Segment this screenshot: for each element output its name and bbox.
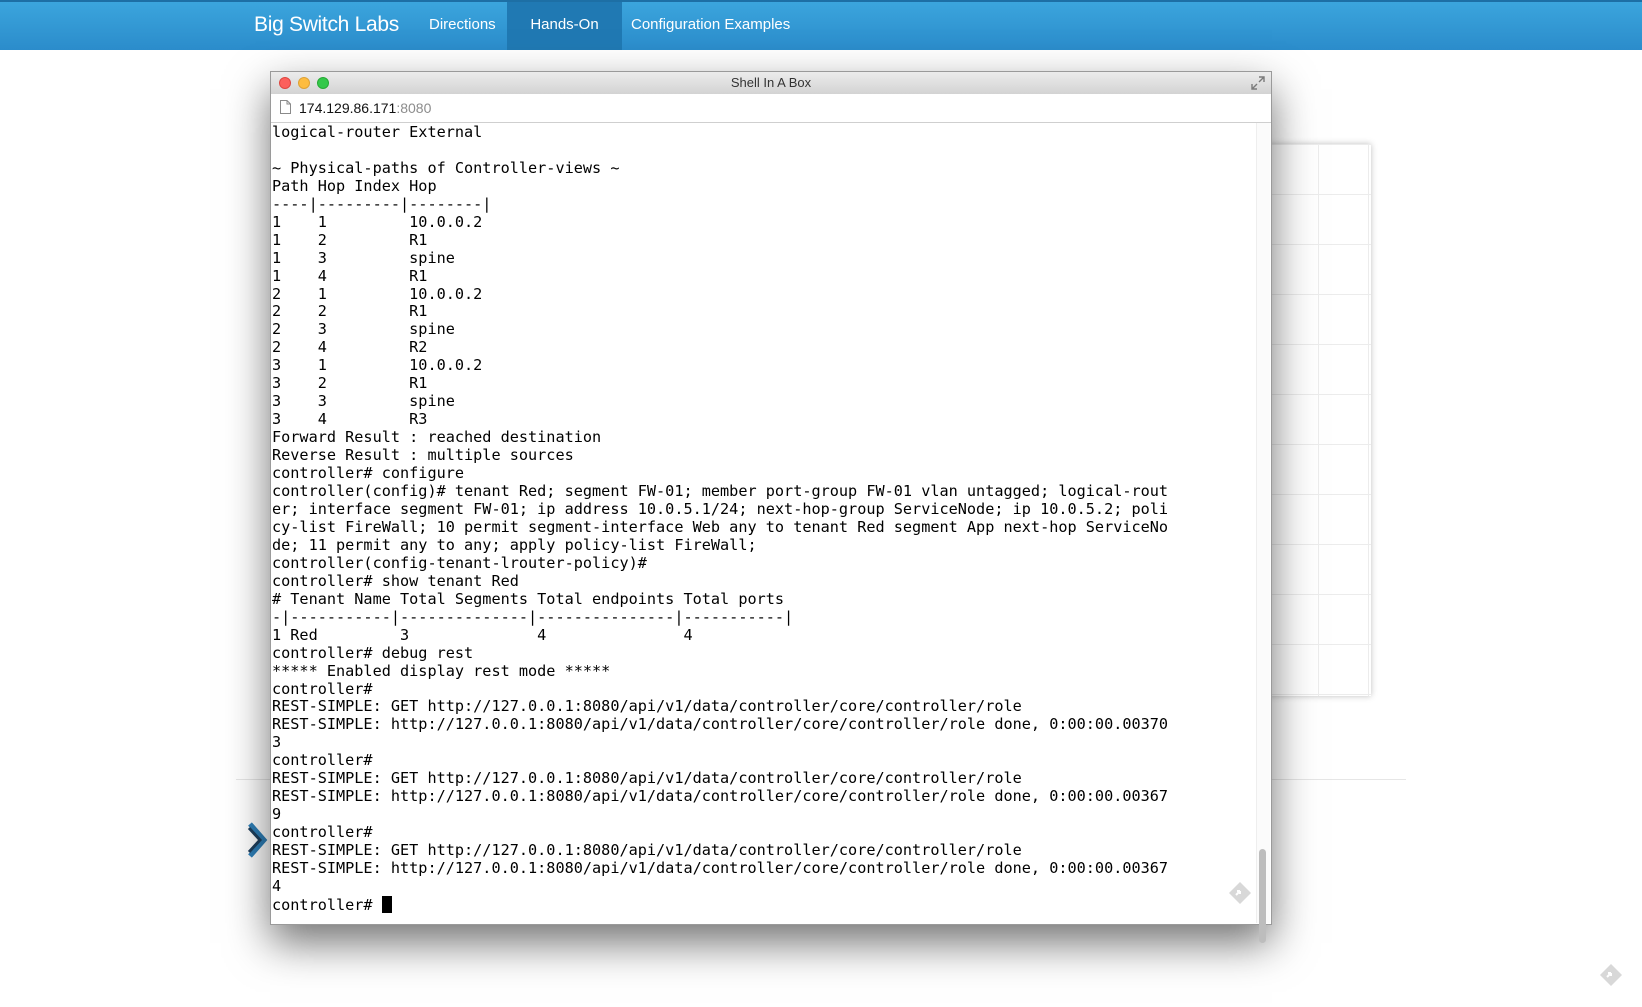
scrollbar-track: [1256, 72, 1270, 943]
terminal-line: Path Hop Index Hop: [272, 176, 437, 195]
window-title: Shell In A Box: [730, 75, 812, 90]
terminal-line: REST-SIMPLE: GET http://127.0.0.1:8080/a…: [272, 769, 1022, 788]
terminal-line: REST-SIMPLE: http://127.0.0.1:8080/api/v…: [272, 859, 1169, 878]
terminal-text: logical-router External ~ Physical-paths…: [271, 123, 1256, 915]
terminal-cursor: [381, 895, 392, 913]
terminal-line: # Tenant Name Total Segments Total endpo…: [272, 589, 785, 608]
shell-window: Shell In A Box 174.129.86.171:8080 logic…: [270, 71, 1272, 943]
terminal-line: 1 3 spine: [272, 248, 455, 267]
terminal-line: controller(config)# tenant Red; segment …: [272, 482, 1169, 501]
diamond-arrow-icon[interactable]: [1598, 962, 1624, 988]
terminal-line: 1 4 R1: [272, 266, 428, 285]
terminal-line: controller#: [272, 751, 373, 770]
terminal-line: controller# show tenant Red: [272, 571, 519, 590]
chevron-right-icon[interactable]: [246, 820, 270, 860]
terminal-line: ~ Physical-paths of Controller-views ~: [272, 158, 620, 177]
terminal-line: 3 3 spine: [272, 392, 455, 411]
document-icon: [280, 100, 291, 114]
terminal-line: 2 4 R2: [272, 338, 428, 357]
terminal-line: controller(config-tenant-lrouter-policy)…: [272, 553, 647, 572]
terminal-line: 3 2 R1: [272, 374, 428, 393]
terminal-line: 4: [272, 876, 282, 895]
terminal-line: de; 11 permit any to any; apply policy-l…: [272, 535, 757, 554]
scrollbar-thumb[interactable]: [1259, 849, 1266, 943]
terminal-line: REST-SIMPLE: http://127.0.0.1:8080/api/v…: [272, 715, 1169, 734]
terminal-line: REST-SIMPLE: GET http://127.0.0.1:8080/a…: [272, 697, 1022, 716]
terminal-line: 2 1 10.0.0.2: [272, 284, 483, 303]
terminal-line: -|-----------|--------------|-----------…: [272, 607, 794, 626]
brand-logo[interactable]: Big Switch Labs: [254, 13, 399, 37]
terminal-line: ----|---------|--------|: [272, 194, 492, 213]
terminal-line: er; interface segment FW-01; ip address …: [272, 499, 1169, 518]
terminal-line: controller# configure: [272, 464, 465, 483]
terminal-line: 1 1 10.0.0.2: [272, 212, 483, 231]
terminal-line: 1 2 R1: [272, 230, 428, 249]
url-host: 174.129.86.171: [299, 100, 397, 116]
terminal-line: logical-router External: [272, 123, 483, 141]
nav-configuration-examples[interactable]: Configuration Examples: [621, 2, 800, 50]
terminal-output[interactable]: logical-router External ~ Physical-paths…: [271, 123, 1256, 923]
terminal-line: REST-SIMPLE: http://127.0.0.1:8080/api/v…: [272, 787, 1169, 806]
terminal-line: Reverse Result : multiple sources: [272, 446, 574, 465]
nav-directions[interactable]: Directions: [419, 2, 506, 50]
nav-hands-on-lab[interactable]: Hands-On Lab: [507, 2, 622, 79]
url-text: 174.129.86.171:8080: [299, 100, 431, 116]
terminal-line: REST-SIMPLE: GET http://127.0.0.1:8080/a…: [272, 841, 1022, 860]
terminal-line: controller# debug rest: [272, 643, 474, 662]
terminal-line: cy-list FireWall; 10 permit segment-inte…: [272, 517, 1169, 536]
terminal-line: controller#: [272, 823, 373, 842]
url-port: :8080: [396, 100, 432, 116]
background-grid-panel: [1268, 144, 1371, 696]
terminal-line: Forward Result : reached destination: [272, 428, 602, 447]
terminal-line: 2 3 spine: [272, 320, 455, 339]
terminal-line: ***** Enabled display rest mode *****: [272, 661, 611, 680]
top-navbar: Big Switch Labs Directions Hands-On Lab …: [0, 0, 1642, 79]
terminal-line: 3 1 10.0.0.2: [272, 356, 483, 375]
window-titlebar[interactable]: Shell In A Box: [271, 72, 1271, 95]
terminal-line: 3: [272, 733, 282, 752]
terminal-line: controller#: [272, 679, 373, 698]
terminal-prompt: controller#: [272, 895, 382, 914]
terminal-line: 1 Red 3 4 4: [272, 625, 693, 644]
terminal-line: 9: [272, 805, 282, 824]
diamond-arrow-icon[interactable]: [1227, 880, 1253, 906]
terminal-line: 3 4 R3: [272, 410, 428, 429]
terminal-line: 2 2 R1: [272, 302, 428, 321]
address-bar[interactable]: 174.129.86.171:8080: [271, 94, 1271, 123]
